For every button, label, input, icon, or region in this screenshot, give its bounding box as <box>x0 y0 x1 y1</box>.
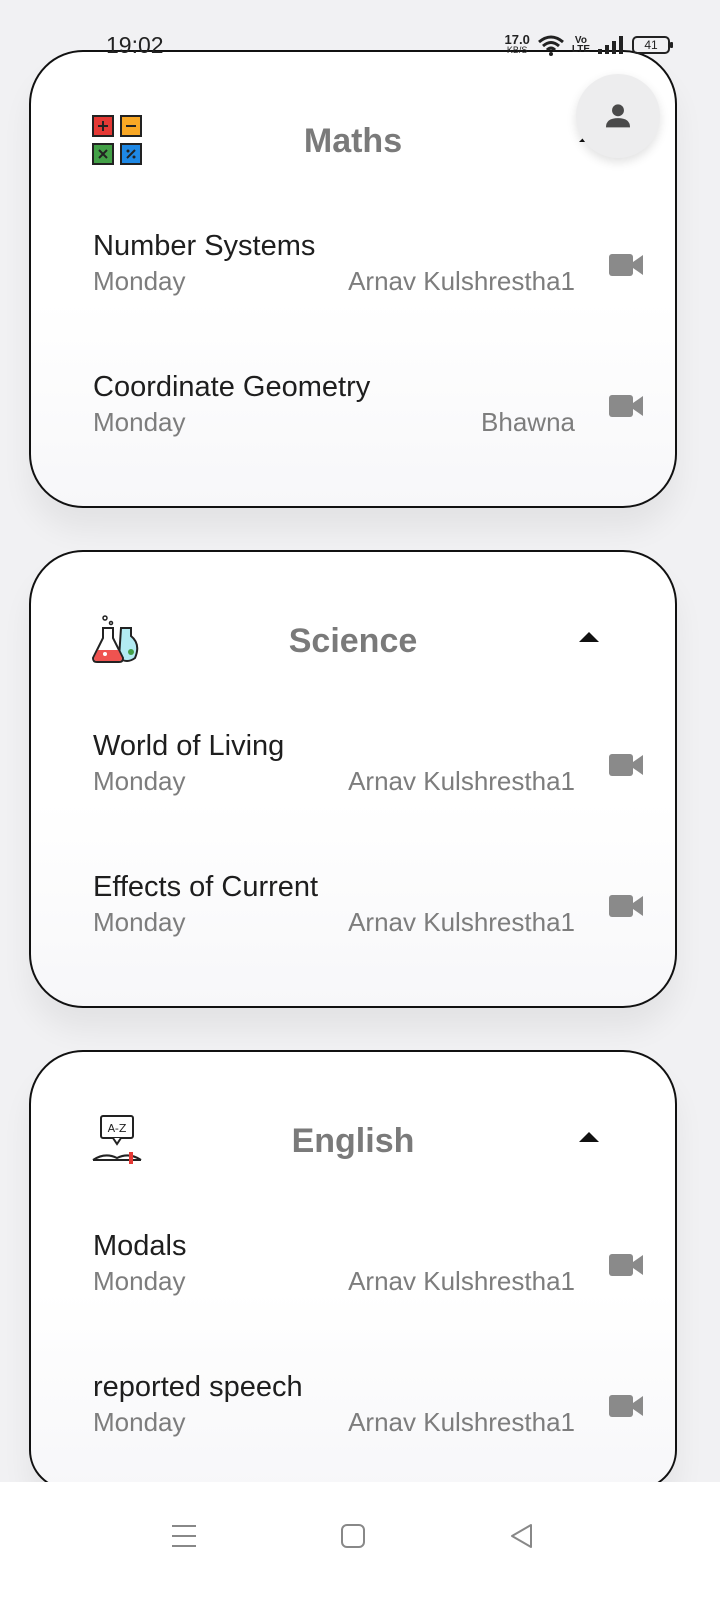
subject-card-science: Science World of Living Monday Arnav Kul… <box>29 550 677 1008</box>
home-button[interactable] <box>333 1516 373 1556</box>
lesson-day: Monday <box>93 1266 186 1296</box>
video-call-icon[interactable] <box>609 1252 643 1278</box>
collapse-arrow-icon[interactable] <box>579 1132 599 1142</box>
square-icon <box>341 1524 365 1548</box>
volte-indicator: Vo LTE <box>571 35 590 55</box>
lesson-day: Monday <box>93 1407 186 1437</box>
lesson-teacher: Arnav Kulshrestha1 <box>348 1266 575 1296</box>
lesson-item[interactable]: reported speech Monday Arnav Kulshrestha… <box>91 1371 651 1451</box>
menu-lines-icon <box>172 1525 196 1547</box>
status-bar: 19:02 17.0 KB/S Vo LTE 41 <box>0 0 720 80</box>
video-call-icon[interactable] <box>609 1393 643 1419</box>
lesson-item[interactable]: Modals Monday Arnav Kulshrestha1 <box>91 1230 651 1310</box>
person-icon <box>605 104 631 128</box>
video-call-icon[interactable] <box>609 252 643 278</box>
lesson-teacher: Arnav Kulshrestha1 <box>348 266 575 296</box>
video-call-icon[interactable] <box>609 752 643 778</box>
video-call-icon[interactable] <box>609 893 643 919</box>
lesson-day: Monday <box>93 266 186 296</box>
lesson-item[interactable]: Coordinate Geometry Monday Bhawna <box>91 371 651 451</box>
recent-apps-button[interactable] <box>164 1516 204 1556</box>
profile-button[interactable] <box>576 74 660 158</box>
lesson-teacher: Arnav Kulshrestha1 <box>348 1407 575 1437</box>
lesson-title: Number Systems <box>93 230 316 262</box>
lesson-item[interactable]: Effects of Current Monday Arnav Kulshres… <box>91 871 651 951</box>
network-speed-unit: KB/S <box>506 45 528 55</box>
lesson-day: Monday <box>93 407 186 437</box>
lesson-teacher: Bhawna <box>481 407 575 437</box>
lesson-teacher: Arnav Kulshrestha1 <box>348 766 575 796</box>
lesson-item[interactable]: World of Living Monday Arnav Kulshrestha… <box>91 730 651 810</box>
battery-level: 41 <box>644 38 658 52</box>
signal-icon <box>598 36 623 54</box>
lesson-title: Modals <box>93 1230 187 1262</box>
collapse-arrow-icon[interactable] <box>579 632 599 642</box>
lesson-teacher: Arnav Kulshrestha1 <box>348 907 575 937</box>
wifi-icon <box>537 35 564 56</box>
lesson-title: Coordinate Geometry <box>93 371 371 403</box>
battery-icon: 41 <box>632 36 673 54</box>
network-speed: 17.0 KB/S <box>504 32 530 56</box>
back-button[interactable] <box>502 1516 542 1556</box>
status-icons: 17.0 KB/S Vo LTE 41 <box>504 32 673 56</box>
lesson-day: Monday <box>93 766 186 796</box>
network-speed-value: 17.0 <box>504 32 530 47</box>
lesson-day: Monday <box>93 907 186 937</box>
lesson-title: Effects of Current <box>93 871 319 903</box>
subject-card-english: A-Z English Modals Monday Arnav Kulshres… <box>29 1050 677 1490</box>
lesson-title: World of Living <box>93 730 285 762</box>
back-triangle-icon <box>511 1524 532 1548</box>
status-time: 19:02 <box>106 32 164 58</box>
video-call-icon[interactable] <box>609 393 643 419</box>
lesson-item[interactable]: Number Systems Monday Arnav Kulshrestha1 <box>91 230 651 310</box>
system-navigation-bar <box>0 1482 720 1600</box>
lesson-title: reported speech <box>93 1371 303 1403</box>
